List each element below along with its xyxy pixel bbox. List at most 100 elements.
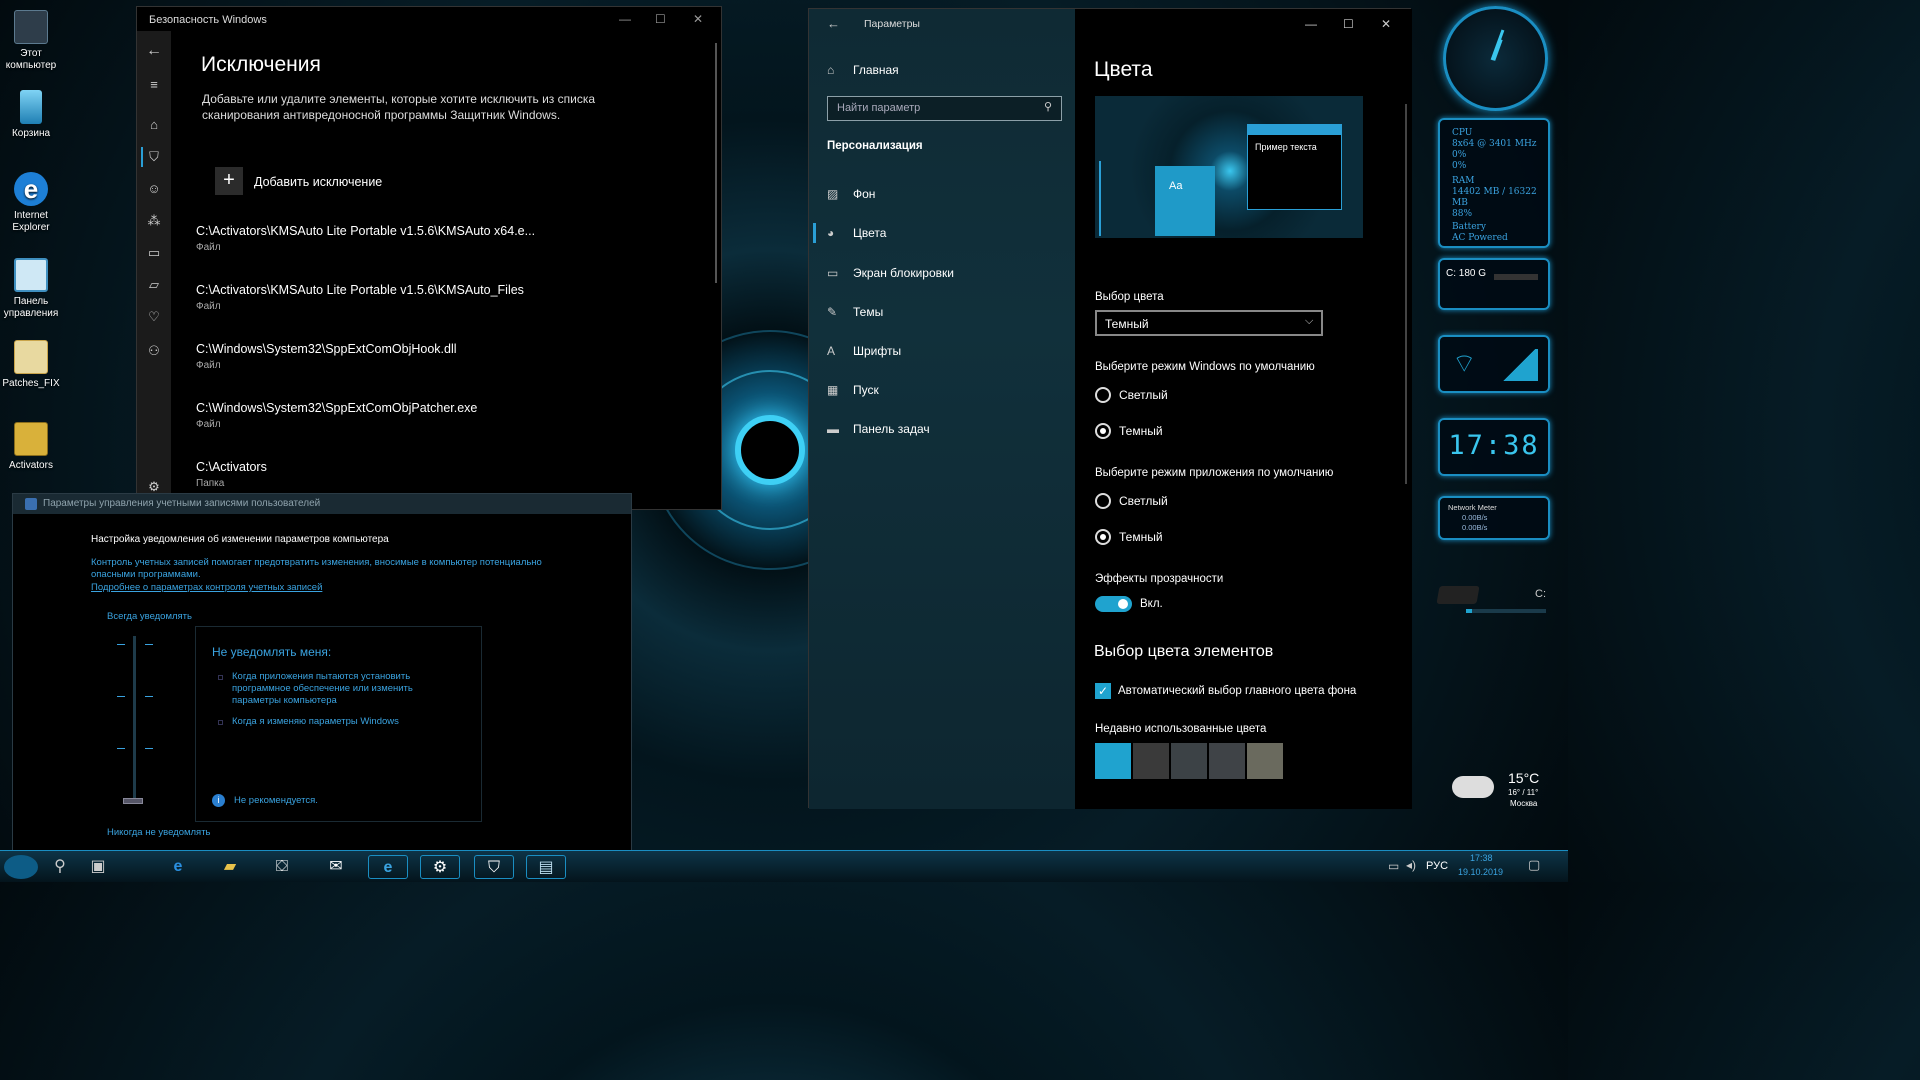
uac-settings-window: Параметры управления учетными записями п…: [12, 493, 632, 851]
nav-fonts[interactable]: A Шрифты: [827, 344, 901, 358]
search-icon[interactable]: ⚲: [40, 855, 80, 879]
drive-gadget-icon[interactable]: [1436, 586, 1480, 604]
mail-icon[interactable]: ✉: [316, 855, 356, 879]
close-button[interactable]: ✕: [1381, 17, 1391, 31]
nav-background[interactable]: ▨ Фон: [827, 187, 875, 201]
exclusion-path[interactable]: C:\Activators\KMSAuto Lite Portable v1.5…: [196, 283, 524, 297]
shield-icon[interactable]: ⛉: [146, 149, 162, 165]
search-icon: ⚲: [1044, 101, 1053, 113]
nav-colors[interactable]: ◕ Цвета: [827, 226, 886, 240]
digital-clock-gadget[interactable]: 17:38: [1438, 418, 1550, 476]
app-mode-light-radio[interactable]: [1095, 493, 1111, 509]
cpu-load: 0%: [1452, 161, 1467, 171]
start-button[interactable]: [4, 855, 38, 879]
tray-time[interactable]: 17:38: [1470, 853, 1493, 863]
back-arrow-icon[interactable]: ←: [827, 16, 840, 31]
volume-icon[interactable]: ◂): [1406, 858, 1416, 872]
recycle-bin-icon: [20, 90, 42, 124]
windows-mode-dark-radio[interactable]: [1095, 423, 1111, 439]
health-heart-icon[interactable]: ♡: [146, 309, 162, 325]
network-tray-icon[interactable]: ▭: [1388, 859, 1399, 873]
control-panel-icon[interactable]: ▤: [526, 855, 566, 879]
exclusion-path[interactable]: C:\Windows\System32\SppExtComObjHook.dll: [196, 342, 457, 356]
palette-icon: ◕: [827, 226, 835, 240]
this-pc-desktop-icon[interactable]: Этот компьютер: [0, 10, 62, 72]
security-sidebar: ← ≡ ⌂ ⛉ ☺ ⁂ ▭ ▱ ♡ ⚇ ⚙: [137, 31, 171, 511]
windows-mode-light-radio[interactable]: [1095, 387, 1111, 403]
nav-taskbar[interactable]: ▬ Панель задач: [827, 422, 930, 436]
exclusion-path[interactable]: C:\Activators\KMSAuto Lite Portable v1.5…: [196, 224, 535, 238]
scrollbar[interactable]: [715, 43, 717, 283]
file-explorer-icon[interactable]: ▰: [210, 855, 250, 879]
account-icon[interactable]: ☺: [146, 181, 162, 197]
settings-content: — ☐ ✕ Цвета Aa Пример текста Выбор цвета…: [1075, 9, 1412, 809]
exclusion-path[interactable]: C:\Activators: [196, 460, 267, 474]
network-icon[interactable]: ⁂: [146, 213, 162, 229]
nav-themes[interactable]: ✎ Темы: [827, 305, 883, 319]
app-mode-dark-radio[interactable]: [1095, 529, 1111, 545]
never-notify-label: Никогда не уведомлять: [107, 827, 211, 838]
color-swatch[interactable]: [1171, 743, 1207, 779]
ie-desktop-icon[interactable]: e Internet Explorer: [0, 172, 62, 234]
notifications-icon[interactable]: ▢: [1528, 857, 1540, 873]
color-choice-label: Выбор цвета: [1095, 291, 1164, 303]
device-security-icon[interactable]: ▱: [146, 277, 162, 293]
color-choice-dropdown[interactable]: Темный ⌵: [1095, 310, 1323, 336]
settings-gear-icon[interactable]: ⚙: [420, 855, 460, 879]
auto-accent-checkbox[interactable]: ✓: [1095, 683, 1111, 699]
color-swatch[interactable]: [1095, 743, 1131, 779]
preview-start-list: [1099, 161, 1125, 236]
edge-icon[interactable]: e: [158, 855, 198, 879]
font-icon: A: [827, 344, 836, 358]
tray-date[interactable]: 19.10.2019: [1458, 867, 1503, 877]
minimize-button[interactable]: —: [619, 12, 631, 26]
home-icon: ⌂: [827, 63, 835, 77]
maximize-button[interactable]: ☐: [655, 12, 666, 26]
maximize-button[interactable]: ☐: [1343, 17, 1354, 31]
uac-slider-thumb[interactable]: [123, 798, 143, 804]
activators-desktop-icon[interactable]: Activators: [0, 422, 62, 472]
task-view-icon[interactable]: ▣: [78, 855, 118, 879]
analog-clock-gadget[interactable]: [1443, 6, 1548, 111]
language-indicator[interactable]: РУС: [1426, 860, 1448, 872]
color-swatch[interactable]: [1133, 743, 1169, 779]
system-monitor-gadget[interactable]: CPU 8x64 @ 3401 MHz 0% 0% RAM 14402 MB /…: [1438, 118, 1550, 248]
nav-home[interactable]: ⌂ Главная: [827, 63, 899, 77]
uac-bullet: Когда приложения пытаются установить про…: [232, 671, 413, 706]
chevron-down-icon: ⌵: [1305, 315, 1314, 327]
transparency-toggle[interactable]: [1095, 596, 1132, 612]
signal-bars-icon: [1500, 349, 1538, 381]
patches-fix-desktop-icon[interactable]: Patches_FIX: [0, 340, 62, 390]
minimize-button[interactable]: —: [1305, 17, 1317, 31]
nav-start[interactable]: ▦ Пуск: [827, 383, 879, 397]
store-icon[interactable]: ⛋: [262, 855, 302, 879]
security-shield-icon[interactable]: ⛉: [474, 855, 514, 879]
color-swatch[interactable]: [1247, 743, 1283, 779]
control-panel-desktop-icon[interactable]: Панель управления: [0, 258, 62, 320]
app-browser-icon[interactable]: ▭: [146, 245, 162, 261]
recycle-bin-desktop-icon[interactable]: Корзина: [0, 90, 62, 140]
network-meter-gadget[interactable]: Network Meter 0.00B/s 0.00B/s: [1438, 496, 1550, 540]
uac-slider-track[interactable]: [133, 636, 136, 804]
settings-search-input[interactable]: Найти параметр ⚲: [827, 96, 1062, 121]
wifi-gadget[interactable]: ⌔: [1438, 335, 1550, 393]
exclusion-type: Папка: [196, 478, 225, 489]
close-button[interactable]: ✕: [693, 12, 703, 26]
nav-lock-screen[interactable]: ▭ Экран блокировки: [827, 266, 954, 280]
disk-gadget[interactable]: C: 180 G: [1438, 258, 1550, 310]
uac-learn-more-link[interactable]: Подробнее о параметрах контроля учетных …: [91, 582, 322, 593]
uac-window-title: Параметры управления учетными записями п…: [43, 498, 321, 509]
page-title: Исключения: [201, 53, 321, 76]
family-icon[interactable]: ⚇: [146, 343, 162, 359]
add-exclusion-button[interactable]: Добавить исключение: [254, 175, 382, 189]
back-arrow-icon[interactable]: ←: [146, 43, 162, 59]
internet-explorer-icon[interactable]: e: [368, 855, 408, 879]
windows-security-window: Безопасность Windows — ☐ ✕ ← ≡ ⌂ ⛉ ☺ ⁂ ▭…: [136, 6, 722, 511]
add-plus-icon[interactable]: +: [215, 167, 243, 195]
settings-title: Параметры: [864, 18, 920, 30]
home-icon[interactable]: ⌂: [146, 117, 162, 133]
scrollbar[interactable]: [1405, 104, 1407, 484]
hamburger-menu-icon[interactable]: ≡: [146, 77, 162, 93]
exclusion-path[interactable]: C:\Windows\System32\SppExtComObjPatcher.…: [196, 401, 477, 415]
color-swatch[interactable]: [1209, 743, 1245, 779]
